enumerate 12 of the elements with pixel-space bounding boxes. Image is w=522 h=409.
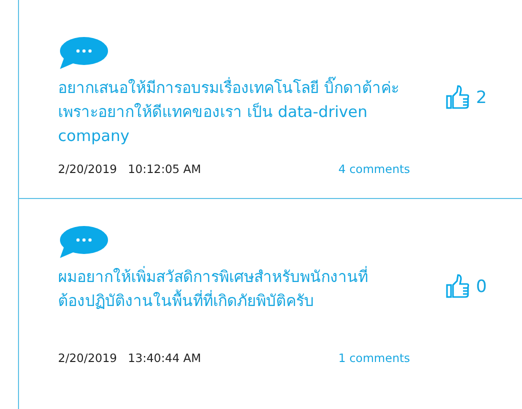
thumbs-up-icon[interactable] [446, 85, 470, 111]
post-text: ผมอยากให้เพิ่มสวัสดิการพิเศษสำหรับพนักงานที่ ต้องปฏิบัติงานในพื้นที่ที่เกิดภัยพิบัติครับ [58, 265, 369, 312]
like-count: 0 [476, 277, 487, 297]
post-date: 2/20/2019 13:40:44 AM [58, 351, 202, 365]
post-text: อยากเสนอให้มีการอบรมเรื่องเทคโนโลยี บิ๊กดาต้าค่ะ เพราะอยากให้ดีแทคของเรา เป็น data-driven company [58, 76, 418, 148]
chat-bubble-icon [58, 226, 108, 259]
like-count: 2 [476, 88, 487, 108]
chat-bubble-icon [58, 37, 108, 70]
comments-link[interactable]: 1 comments [338, 351, 410, 365]
comments-link[interactable]: 4 comments [338, 162, 410, 176]
thumbs-up-icon[interactable] [446, 274, 470, 300]
post-date: 2/20/2019 10:12:05 AM [58, 162, 202, 176]
